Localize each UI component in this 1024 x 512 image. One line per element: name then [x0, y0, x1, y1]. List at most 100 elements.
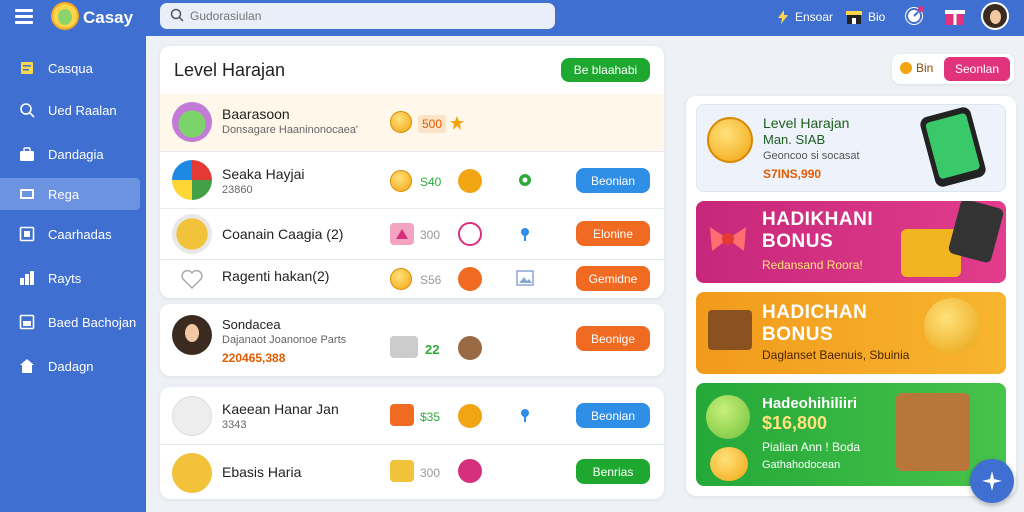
sidebar-item-label: Rega [48, 186, 80, 202]
bin-label[interactable]: Bin [900, 61, 933, 75]
shop-icon [846, 9, 862, 25]
promo-banner-bonus-orange[interactable]: HADICHAN BONUS Daglanset Baenuis, Sbuini… [696, 292, 1006, 374]
sidebar-item-dandagia[interactable]: Dandagia [0, 138, 140, 170]
featured-action-button[interactable]: Beonige [576, 326, 650, 351]
sidebar-item-casqua[interactable]: Casqua [0, 52, 140, 84]
list-item[interactable]: Ebasis Haria 300 Benrias [160, 445, 664, 497]
frame-icon [19, 226, 35, 242]
row-points: S56 [420, 273, 442, 287]
promo-banner-bonus-pink[interactable]: HADIKHANI BONUS Redansand Roora! [696, 201, 1006, 283]
list-item[interactable]: Coanain Caagia (2) 300 Elonine [160, 209, 664, 259]
promo-line: Man. SIAB [763, 132, 826, 147]
row-name: Baarasoon [222, 106, 290, 122]
list-item[interactable]: Ragenti hakan(2) S56 Gemidne [160, 260, 664, 297]
promo-banner-cash[interactable]: Hadeohihiliiri $16,800 Pialian Ann ! Bod… [696, 383, 1006, 486]
sidebar-item-label: Caarhadas [48, 226, 112, 242]
search-icon [170, 8, 184, 22]
app-name: Casay [83, 8, 134, 27]
dollar-coin-icon [706, 395, 750, 439]
ticket-icon [390, 460, 414, 482]
list-item[interactable]: Baarasoon Donsagare Haaninonocaea' 500 [160, 94, 664, 151]
list-item[interactable]: Seaka Hayjai 23860 S40 Beonian [160, 152, 664, 208]
window-icon [19, 314, 35, 330]
featured-card[interactable]: Sondacea Dajanaot Joanonoe Parts 220465,… [160, 304, 664, 376]
sidebar-item-ued-raalan[interactable]: Ued Raalan [0, 94, 140, 126]
row-action-button[interactable]: Beonian [576, 168, 650, 193]
user-avatar[interactable] [981, 2, 1009, 30]
image-icon [516, 270, 534, 286]
topbar-item-ensoar[interactable]: Ensoar [776, 6, 833, 28]
row-action-button[interactable]: Benrias [576, 459, 650, 484]
cash-box-icon [896, 393, 970, 471]
note-icon [19, 60, 35, 76]
avatar [172, 453, 212, 493]
avatar [172, 102, 212, 142]
row-action-button[interactable]: Gemidne [576, 266, 650, 291]
promo-line: Gathahodocean [762, 459, 841, 471]
bag-icon [19, 146, 35, 162]
row-name: Coanain Caagia (2) [222, 226, 344, 242]
topbar-item-bio[interactable]: Bio [846, 6, 885, 28]
header-action-button[interactable]: Be blaahabi [561, 58, 650, 82]
floating-action-button[interactable] [970, 459, 1014, 503]
promo-title: HADIKHANI [762, 209, 874, 230]
promo-title-line2: BONUS [762, 324, 834, 345]
coin-icon [390, 268, 412, 290]
mascot-icon [458, 267, 482, 291]
promo-banner-level[interactable]: Level Harajan Man. SIAB Geoncoo si socas… [696, 104, 1006, 192]
star-icon [450, 116, 464, 130]
mascot-icon [458, 404, 482, 428]
row-action-button[interactable]: Beonian [576, 403, 650, 428]
row-action-button[interactable]: Elonine [576, 221, 650, 246]
sidebar-item-rega[interactable]: Rega [0, 178, 140, 210]
featured-value: 220465,388 [222, 351, 286, 365]
sidebar-item-baed-bachojan[interactable]: Baed Bachojan [0, 306, 140, 338]
hamburger-menu-icon[interactable] [15, 9, 33, 24]
sidebar-item-label: Rayts [48, 270, 82, 286]
promo-subtitle: Daglanset Baenuis, Sbuinia [762, 348, 910, 362]
promo-title-line2: BONUS [762, 231, 834, 252]
row-name: Seaka Hayjai [222, 166, 305, 182]
featured-name: Sondacea [222, 317, 281, 332]
brand: Casay [0, 0, 146, 36]
sidebar-item-label: Casqua [48, 60, 93, 76]
app-logo [51, 2, 79, 30]
avatar [172, 396, 212, 436]
row-points: S40 [420, 175, 442, 189]
search-input[interactable] [190, 7, 540, 25]
row-subtitle: 3343 [222, 419, 247, 431]
sidebar-item-caarhadas[interactable]: Caarhadas [0, 218, 140, 250]
row-subtitle: Donsagare Haaninonocaea' [222, 124, 359, 136]
search-bar[interactable] [160, 3, 555, 29]
row-points: 300 [420, 228, 441, 242]
tag-icon [390, 336, 418, 358]
sidebar-item-rayts[interactable]: Rayts [0, 262, 140, 294]
avatar [172, 315, 212, 355]
featured-points: 22 [425, 342, 440, 357]
phone-icon [947, 201, 1005, 264]
phone-icon [918, 105, 988, 189]
topbar-item-label: Bio [868, 10, 886, 24]
row-subtitle: 23860 [222, 184, 253, 196]
gift-icon[interactable] [944, 5, 966, 27]
topbar-item-label: Ensoar [795, 10, 834, 24]
candy-icon [458, 459, 482, 483]
gingerbread-icon [458, 336, 482, 360]
promo-title: Level Harajan [763, 115, 850, 131]
right-action-button[interactable]: Seonlan [944, 57, 1010, 81]
featured-subtitle: Dajanaot Joanonoe Parts [222, 334, 347, 346]
bolt-icon [776, 10, 790, 24]
box-icon [708, 310, 752, 350]
promo-title: HADICHAN [762, 302, 868, 323]
chart-icon [19, 186, 35, 202]
timer-icon[interactable] [903, 5, 925, 27]
promo-value: $16,800 [762, 413, 828, 433]
right-header-widget: Bin Seonlan [892, 54, 1014, 84]
sidebar-item-dadagn[interactable]: Dadagn [0, 350, 140, 382]
row-name: Kaeean Hanar Jan [222, 401, 339, 417]
tag-icon [390, 223, 414, 245]
coin-icon [390, 111, 412, 133]
list-item[interactable]: Kaeean Hanar Jan 3343 $35 Beonian [160, 388, 664, 444]
coin-icon [390, 170, 412, 192]
sparkle-icon [982, 471, 1002, 491]
